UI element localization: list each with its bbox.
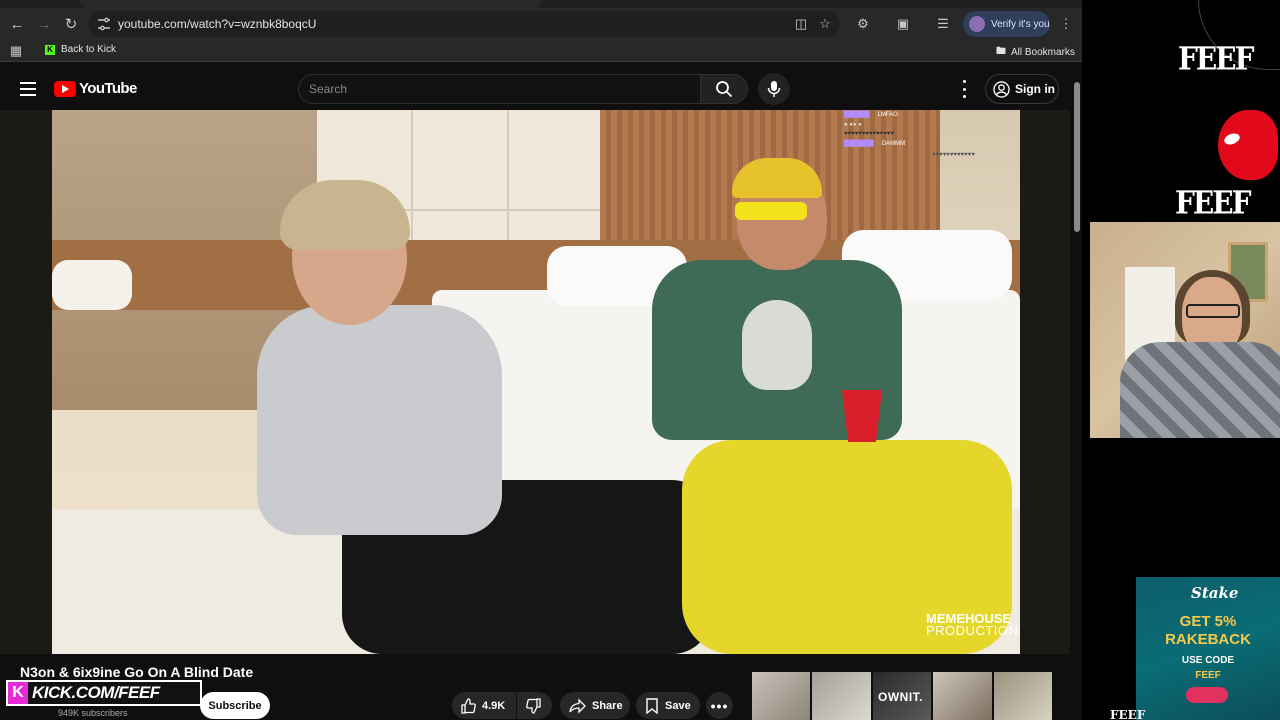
stake-code: FEEF [1195, 670, 1221, 681]
page-scrollbar[interactable] [1072, 68, 1082, 720]
chat-message: ███████ DAMMM [844, 141, 906, 147]
share-button[interactable]: Share [560, 692, 630, 719]
account-icon [993, 80, 1010, 98]
install-app-icon[interactable]: ◫ [793, 16, 809, 32]
active-tab[interactable] [80, 0, 540, 8]
media-controls-icon[interactable]: ☰ [935, 16, 951, 32]
thumbnail[interactable] [933, 672, 992, 720]
kick-favicon-icon: K [45, 44, 55, 55]
bookmark-back-to-kick[interactable]: K Back to Kick [45, 44, 116, 55]
video-title: N3on & 6ix9ine Go On A Blind Date [20, 664, 254, 680]
menu-icon[interactable] [20, 82, 36, 96]
sign-in-label: Sign in [1015, 82, 1055, 96]
stake-use-code: USE CODE [1181, 655, 1235, 666]
skull-graphic [742, 300, 812, 390]
feef-logo: FEEF [1178, 39, 1254, 78]
video-frame[interactable]: ██████ LMFAO ● ●● ● ♥♥♥♥♥♥♥♥♥♥♥♥♥♥ ██████… [52, 110, 1020, 654]
url-text[interactable]: youtube.com/watch?v=wznbk8boqcU [118, 17, 316, 31]
share-icon [569, 697, 586, 714]
stake-promo-line2: RAKEBACK [1165, 631, 1251, 648]
extensions-icon[interactable]: ⚙ [855, 16, 871, 32]
bookmark-star-icon[interactable]: ☆ [817, 16, 833, 32]
thumbs-down-icon [526, 697, 541, 714]
chrome-menu-icon[interactable]: ⋮ [1058, 16, 1074, 32]
verify-label: Verify it's you [991, 18, 1050, 30]
search-icon [716, 81, 733, 98]
search-box[interactable] [298, 74, 701, 104]
search-button[interactable] [700, 74, 748, 104]
thumbnail[interactable] [812, 672, 871, 720]
more-dots-icon: ••• [710, 697, 729, 714]
all-bookmarks-label: All Bookmarks [1011, 47, 1075, 58]
kick-channel-banner: K KICK.COM/FEEF [6, 680, 202, 706]
video-watermark: MEMEHOUSE PRODUCTIONS [926, 611, 1020, 638]
chat-overlay: ██████ LMFAO ● ●● ● ♥♥♥♥♥♥♥♥♥♥♥♥♥♥ ██████… [844, 112, 975, 158]
thumbnail[interactable] [993, 672, 1053, 720]
voice-search-button[interactable] [758, 73, 790, 105]
thumbnail-text: OWNIT. [878, 690, 923, 704]
like-button[interactable]: 4.9K [452, 692, 516, 719]
profile-avatar [969, 16, 985, 32]
stake-claim-button [1186, 687, 1228, 703]
spiderman-icon [1218, 110, 1278, 180]
tab-strip [0, 0, 1082, 8]
bookmarks-bar: ▦ K Back to Kick 🖿 All Bookmarks [0, 40, 1082, 62]
like-count: 4.9K [482, 699, 506, 712]
stake-logo: Stake [1191, 584, 1239, 602]
red-cup [842, 390, 882, 442]
microphone-icon [767, 81, 781, 97]
all-bookmarks-button[interactable]: 🖿 All Bookmarks [996, 44, 1075, 61]
tab-search-icon[interactable]: ▣ [895, 16, 911, 32]
youtube-masthead: YouTube Sign in [0, 68, 1070, 110]
screen: ← → ↻ youtube.com/watch?v=wznbk8boqcU ◫ … [0, 0, 1280, 720]
stake-promo-line1: GET 5% [1179, 613, 1237, 630]
address-bar[interactable]: youtube.com/watch?v=wznbk8boqcU ◫ ☆ [88, 11, 840, 37]
stake-ad-banner: Stake GET 5% RAKEBACK USE CODE FEEF [1136, 577, 1280, 720]
bookmark-label: Back to Kick [61, 44, 117, 55]
sign-in-button[interactable]: Sign in [985, 74, 1059, 104]
save-label: Save [665, 699, 691, 712]
scrollbar-thumb[interactable] [1074, 82, 1080, 232]
settings-kebab-icon[interactable] [956, 80, 972, 98]
video-player[interactable]: ██████ LMFAO ● ●● ● ♥♥♥♥♥♥♥♥♥♥♥♥♥♥ ██████… [0, 110, 1070, 654]
dislike-button[interactable] [517, 692, 552, 719]
browser-toolbar: ← → ↻ youtube.com/watch?v=wznbk8boqcU ◫ … [0, 8, 1082, 40]
kick-logo-icon: K [8, 682, 28, 704]
reload-icon[interactable]: ↻ [59, 12, 83, 36]
save-button[interactable]: Save [636, 692, 700, 719]
browser-window: ← → ↻ youtube.com/watch?v=wznbk8boqcU ◫ … [0, 0, 1082, 720]
subscribe-button[interactable]: Subscribe [200, 692, 270, 719]
streamer-webcam [1090, 222, 1280, 438]
subscriber-count: 949K subscribers [58, 708, 128, 718]
youtube-logo[interactable]: YouTube [54, 80, 137, 97]
streamer-logo-panel: FEEF FEEF [1090, 0, 1280, 222]
feef-logo-bottom: FEEF [1110, 708, 1146, 720]
chat-message: ██████ LMFAO [844, 112, 898, 118]
site-settings-icon[interactable] [96, 16, 112, 32]
save-bookmark-icon [646, 697, 658, 714]
youtube-play-icon [54, 80, 76, 97]
folder-icon: 🖿 [996, 46, 1006, 57]
verify-profile-button[interactable]: Verify it's you [963, 11, 1050, 37]
thumbs-up-icon [461, 697, 476, 714]
share-label: Share [592, 699, 623, 712]
back-icon[interactable]: ← [5, 12, 29, 36]
forward-icon[interactable]: → [32, 12, 56, 36]
feef-logo: FEEF [1175, 183, 1251, 222]
more-actions-button[interactable]: ••• [706, 692, 733, 719]
thumbnail[interactable] [752, 672, 811, 720]
kick-banner-text: KICK.COM/FEEF [32, 683, 160, 702]
apps-grid-icon[interactable]: ▦ [8, 43, 24, 59]
search-input[interactable] [309, 82, 689, 96]
youtube-logo-text: YouTube [79, 80, 137, 97]
